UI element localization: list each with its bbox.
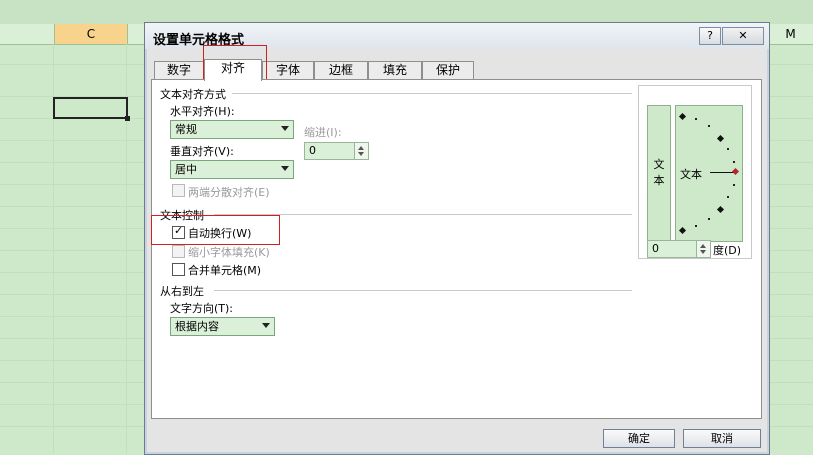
rtl-section-title: 从右到左 xyxy=(160,285,204,298)
section-divider xyxy=(214,290,632,291)
dial-mark xyxy=(716,134,725,143)
orientation-box: 文 本 文本 0 度(D) xyxy=(638,85,752,259)
dial-dot xyxy=(708,125,710,127)
indent-value: 0 xyxy=(309,144,316,157)
justify-distributed-checkbox[interactable] xyxy=(172,184,185,197)
column-header-m[interactable]: M xyxy=(768,24,813,44)
vertical-align-label: 垂直对齐(V): xyxy=(170,145,234,158)
format-cells-dialog: 设置单元格格式 ? ✕ 数字 对齐 字体 边框 填充 保护 文本对齐方式 水平对… xyxy=(144,22,770,455)
orientation-dial[interactable]: 文本 xyxy=(675,105,743,242)
dial-dot xyxy=(733,184,735,186)
horizontal-align-label: 水平对齐(H): xyxy=(170,105,235,118)
ok-button[interactable]: 确定 xyxy=(603,429,675,448)
tab-number[interactable]: 数字 xyxy=(154,61,204,79)
text-direction-label: 文字方向(T): xyxy=(170,302,234,315)
tab-border[interactable]: 边框 xyxy=(314,61,368,79)
text-direction-select[interactable]: 根据内容 xyxy=(170,317,275,336)
tab-protection[interactable]: 保护 xyxy=(422,61,474,79)
vertical-text-button[interactable]: 文 本 xyxy=(647,105,671,242)
merge-cells-label: 合并单元格(M) xyxy=(188,264,262,277)
dial-mark xyxy=(716,205,725,214)
horizontal-align-select[interactable]: 常规 xyxy=(170,120,294,139)
vertical-align-select[interactable]: 居中 xyxy=(170,160,294,179)
text-direction-value: 根据内容 xyxy=(175,320,219,333)
vertical-text-char: 本 xyxy=(653,174,665,187)
help-button[interactable]: ? xyxy=(699,27,721,45)
tab-alignment[interactable]: 对齐 xyxy=(204,59,262,81)
dial-mark xyxy=(678,226,687,235)
shrink-to-fit-label: 缩小字体填充(K) xyxy=(188,246,270,259)
dial-dot xyxy=(695,118,697,120)
spinner-buttons[interactable] xyxy=(696,241,710,257)
fill-handle[interactable] xyxy=(125,116,130,121)
close-button[interactable]: ✕ xyxy=(722,27,764,45)
dial-dot xyxy=(727,148,729,150)
spin-up-icon xyxy=(358,146,364,150)
vertical-text-char: 文 xyxy=(653,158,665,171)
justify-distributed-label: 两端分散对齐(E) xyxy=(188,186,270,199)
indent-spinner[interactable]: 0 xyxy=(304,142,369,160)
spin-down-icon xyxy=(700,250,706,254)
section-divider xyxy=(232,93,632,94)
chevron-down-icon xyxy=(281,166,289,171)
spin-up-icon xyxy=(700,244,706,248)
degrees-label: 度(D) xyxy=(713,244,742,257)
indent-label: 缩进(I): xyxy=(304,126,342,139)
wrap-text-highlight-box xyxy=(151,215,280,245)
column-header-c[interactable]: C xyxy=(54,24,128,44)
dial-pointer-line xyxy=(710,172,734,173)
dial-mark xyxy=(678,112,687,121)
cancel-button[interactable]: 取消 xyxy=(683,429,761,448)
dial-dot xyxy=(727,196,729,198)
dial-dot xyxy=(733,161,735,163)
dial-dot xyxy=(708,218,710,220)
horizontal-align-value: 常规 xyxy=(175,123,197,136)
merge-cells-checkbox[interactable] xyxy=(172,263,185,276)
shrink-to-fit-checkbox[interactable] xyxy=(172,245,185,258)
degrees-spinner[interactable]: 0 xyxy=(647,240,711,258)
tab-fill[interactable]: 填充 xyxy=(368,61,422,79)
dial-pointer-icon[interactable] xyxy=(731,167,740,176)
vertical-align-value: 居中 xyxy=(175,163,197,176)
chevron-down-icon xyxy=(262,323,270,328)
text-align-section-title: 文本对齐方式 xyxy=(160,88,226,101)
dial-dot xyxy=(695,225,697,227)
active-cell[interactable] xyxy=(53,97,130,121)
spinner-buttons[interactable] xyxy=(354,143,368,159)
degrees-value: 0 xyxy=(652,242,659,255)
spin-down-icon xyxy=(358,152,364,156)
chevron-down-icon xyxy=(281,126,289,131)
tab-font[interactable]: 字体 xyxy=(262,61,314,79)
dial-text: 文本 xyxy=(680,168,702,181)
